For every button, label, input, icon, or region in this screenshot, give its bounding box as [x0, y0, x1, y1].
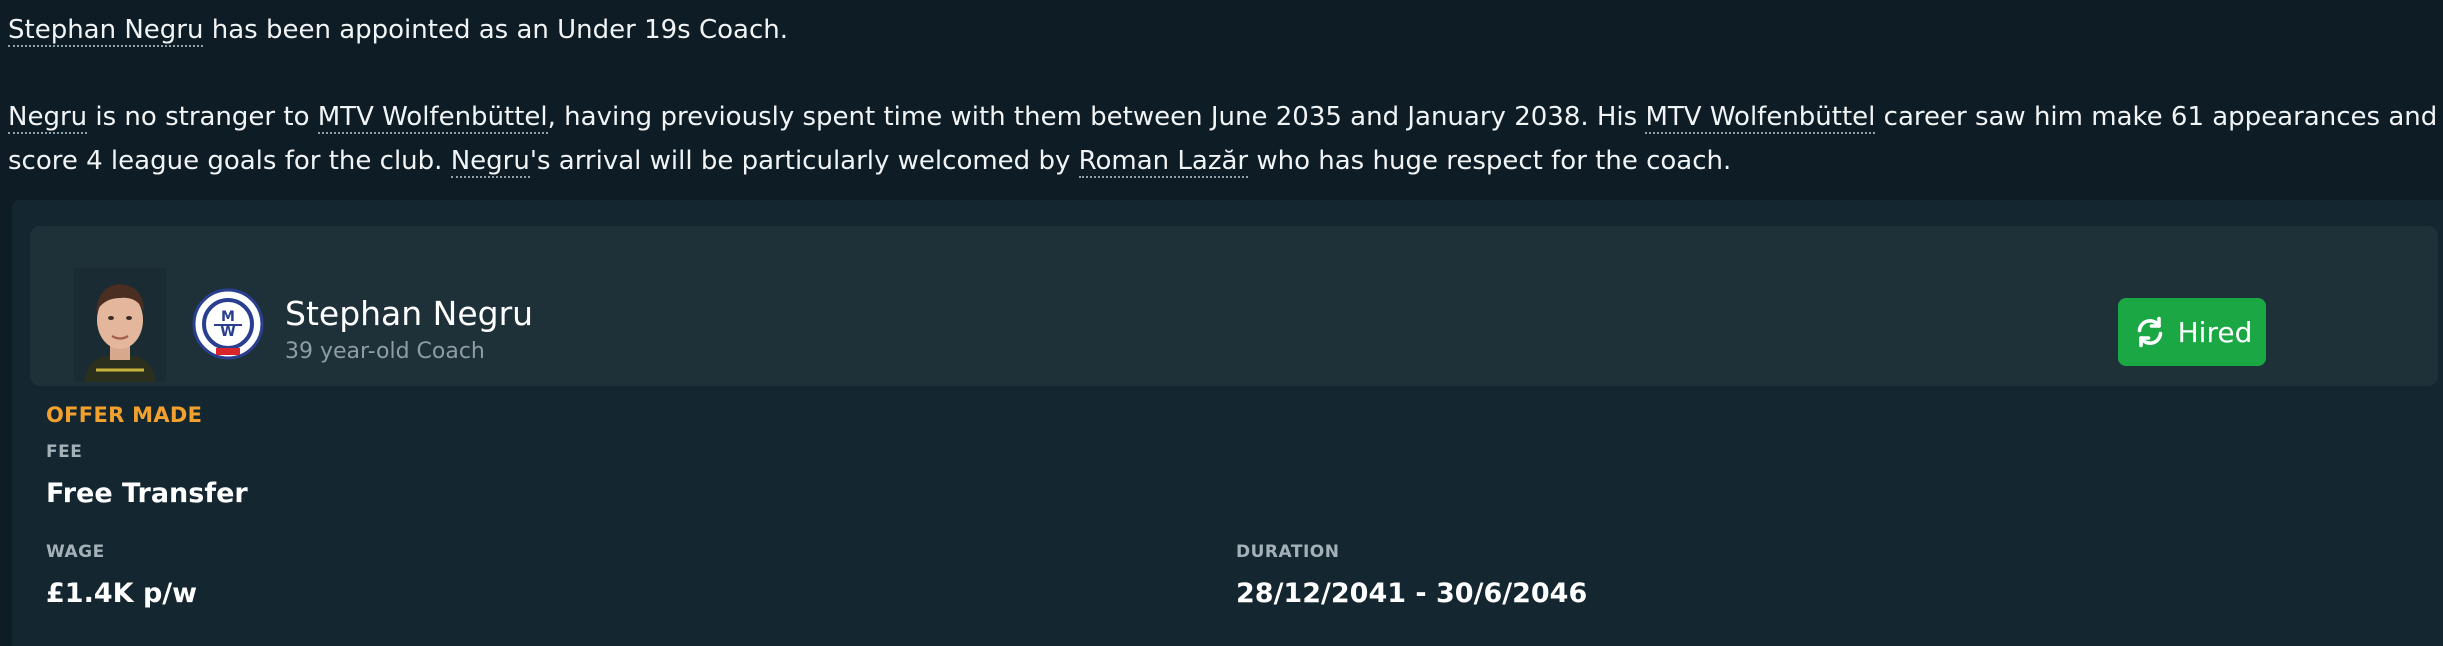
- transfer-panel: M W Stephan Negru 39 year-old Coach Hire…: [12, 200, 2443, 646]
- club-link-mtv-wolfenbuttel-2[interactable]: MTV Wolfenbüttel: [1645, 102, 1876, 134]
- body-text: is no stranger to: [87, 102, 318, 132]
- body-text: , having previously spent time with them…: [547, 102, 1646, 132]
- fee-value: Free Transfer: [46, 478, 248, 509]
- news-article: Stephan Negru has been appointed as an U…: [8, 8, 2438, 183]
- svg-text:M: M: [221, 309, 235, 325]
- person-name[interactable]: Stephan Negru: [285, 294, 533, 334]
- headline-text: has been appointed as an Under 19s Coach…: [203, 15, 789, 45]
- person-link-roman-lazar[interactable]: Roman Lazăr: [1078, 146, 1249, 178]
- body-text: 's arrival will be particularly welcomed…: [529, 146, 1079, 176]
- refresh-icon: [2137, 316, 2162, 348]
- wage-label: WAGE: [46, 542, 105, 562]
- person-card: M W Stephan Negru 39 year-old Coach Hire…: [30, 226, 2438, 386]
- wage-value: £1.4K p/w: [46, 578, 198, 609]
- club-link-mtv-wolfenbuttel[interactable]: MTV Wolfenbüttel: [317, 102, 548, 134]
- avatar[interactable]: [74, 268, 166, 382]
- offer-status: OFFER MADE: [46, 403, 203, 427]
- duration-label: DURATION: [1236, 542, 1340, 562]
- person-link-negru-2[interactable]: Negru: [450, 146, 530, 178]
- club-crest-icon[interactable]: M W: [192, 288, 264, 360]
- person-role: 39 year-old Coach: [285, 339, 485, 364]
- news-body: Negru is no stranger to MTV Wolfenbüttel…: [8, 95, 2438, 183]
- duration-value: 28/12/2041 - 30/6/2046: [1236, 578, 1588, 609]
- hired-label: Hired: [2177, 315, 2253, 349]
- person-link-negru[interactable]: Negru: [8, 102, 88, 134]
- svg-text:W: W: [220, 324, 235, 340]
- body-text: who has huge respect for the coach.: [1248, 146, 1732, 176]
- fee-label: FEE: [46, 442, 83, 462]
- news-headline: Stephan Negru has been appointed as an U…: [8, 8, 2438, 52]
- person-link-stephan-negru[interactable]: Stephan Negru: [8, 15, 204, 47]
- hired-button[interactable]: Hired: [2118, 298, 2266, 366]
